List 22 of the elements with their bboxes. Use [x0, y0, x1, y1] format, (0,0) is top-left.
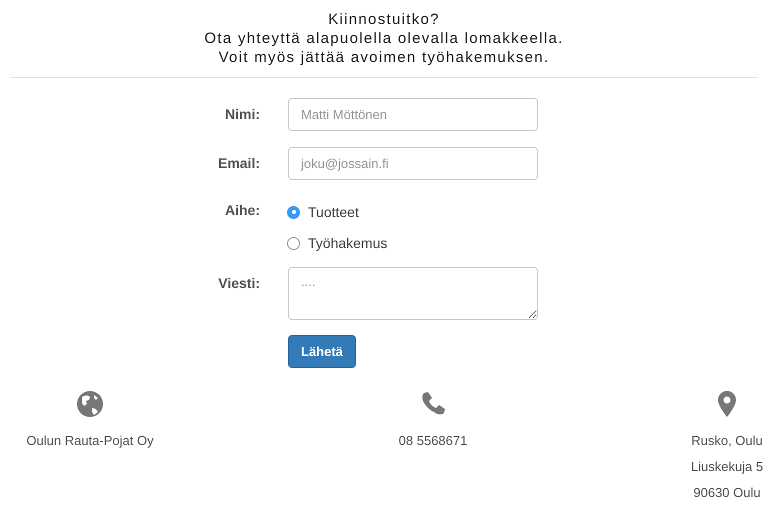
radio-label[interactable]: Tuotteet [308, 204, 359, 220]
radio-button[interactable] [287, 206, 300, 218]
globe-icon [76, 390, 104, 418]
location-pin-icon [717, 390, 737, 418]
radio-button[interactable] [287, 236, 300, 250]
input-field[interactable]: Matti Möttönen [288, 98, 538, 131]
heading-line: Voit myös jättää avoimen työhakemuksen. [218, 48, 550, 67]
field-label: Viesti: [217, 274, 260, 291]
contact-info: Rusko, Oulu [691, 432, 763, 450]
contact-info: Liuskekuja 5 [690, 458, 764, 476]
input-field[interactable]: joku@jossain.fi [288, 147, 538, 180]
contact-info: 08 5568671 [398, 432, 468, 450]
heading-line: Ota yhteyttä alapuolella olevalla lomakkeella. [203, 29, 565, 48]
contact-info: Oulun Rauta-Pojat Oy [26, 432, 154, 450]
field-label: Aihe: [224, 201, 260, 218]
radio-label[interactable]: Työhakemus [308, 235, 388, 251]
heading-line: Kiinnostuitko? [327, 10, 441, 29]
field-label: Nimi: [224, 105, 260, 122]
contact-info: 90630 Oulu [693, 484, 761, 502]
send-button[interactable]: Lähetä [288, 335, 356, 368]
field-label: Email: [216, 154, 260, 171]
message-field[interactable]: .... [288, 267, 538, 320]
